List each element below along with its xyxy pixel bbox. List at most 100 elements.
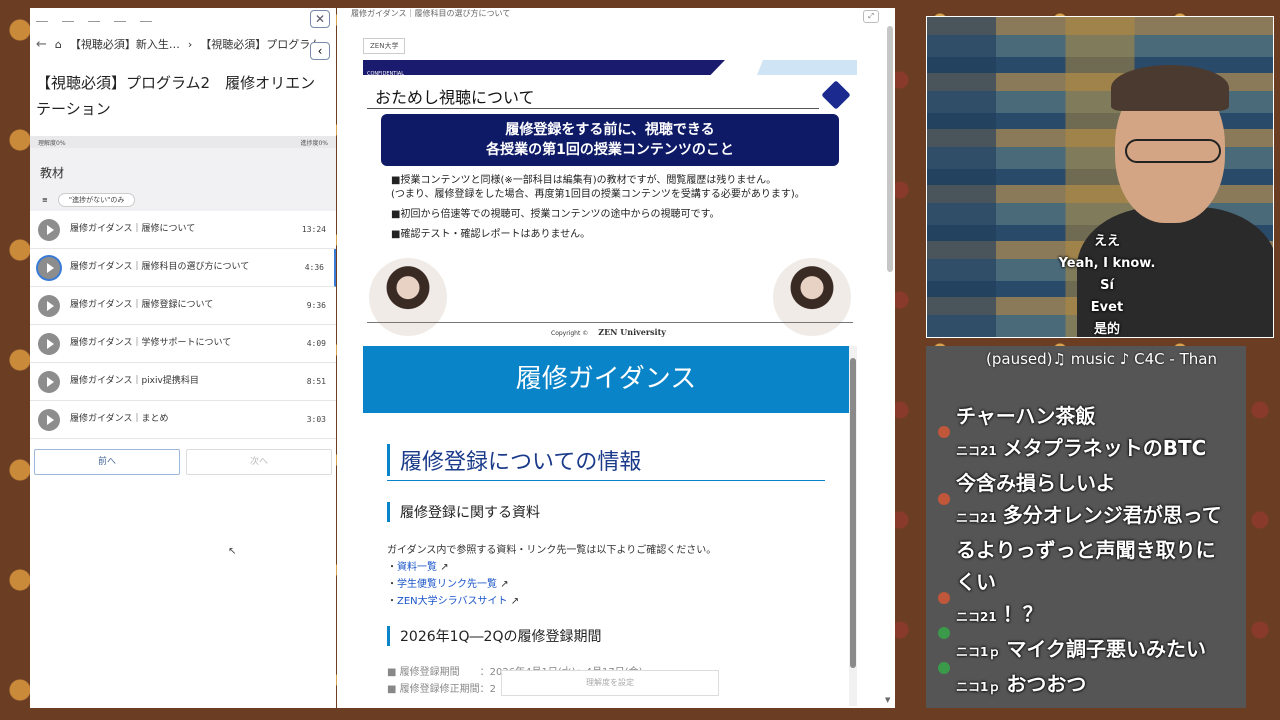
external-link-icon: ↗	[510, 596, 520, 607]
item-duration: 13:24	[301, 225, 326, 234]
play-icon[interactable]	[38, 332, 60, 355]
materials-list: 履修ガイダンス｜履修について 13:24 履修ガイダンス｜履修科目の選び方につい…	[30, 211, 336, 439]
subtitles: ええ Yeah, I know. Sí Evet 是的	[1047, 231, 1167, 337]
prev-button[interactable]: 前へ	[34, 449, 180, 475]
play-icon[interactable]	[38, 294, 60, 317]
subtitle-line: Yeah, I know.	[1058, 256, 1156, 271]
link-syllabus[interactable]: ZEN大学シラバスサイト	[397, 596, 508, 607]
breadcrumb-item[interactable]: 【視聴必須】新入生…	[70, 36, 180, 52]
confidential-label: CONFIDENTIAL	[367, 71, 405, 77]
progress-row: 理解度0% 進捗度0%	[30, 136, 336, 148]
chat-text: ！？	[1002, 602, 1043, 626]
webcam-feed: ええ Yeah, I know. Sí Evet 是的	[926, 16, 1274, 338]
item-duration: 8:51	[306, 377, 326, 386]
list-item-active[interactable]: 履修ガイダンス｜履修科目の選び方について 4:36	[30, 249, 336, 287]
slide-bullets: ■授業コンテンツと同様(※一部科目は編集有)の教材ですが、閲覧履歴は残りません。…	[391, 174, 805, 248]
doc-scrollbar[interactable]	[849, 346, 857, 706]
completion-progress: 進捗度0%	[300, 140, 328, 147]
item-duration: 9:36	[306, 301, 326, 310]
scroll-thumb[interactable]	[850, 358, 856, 668]
settings-tab-icon[interactable]	[140, 14, 152, 22]
toolbar	[30, 8, 336, 28]
filter-chip[interactable]: "進捗がない"のみ	[57, 193, 136, 207]
lesson-title: 【視聴必須】プログラム2 履修オリエンテーション	[36, 74, 316, 118]
chat-overlay: (paused)♫ music ♪ C4C - Than チャーハン茶飯 ニコ2…	[926, 346, 1246, 708]
list-item[interactable]: 履修ガイダンス｜学修サポートについて 4:09	[30, 325, 336, 363]
chat-text: マイク調子悪いみたい	[1006, 637, 1206, 661]
slide-copyright: Copyright © ZEN University	[551, 327, 666, 337]
subtitle-line: 是的	[1093, 322, 1120, 337]
chat-user: ニコ21	[956, 444, 997, 458]
slide-title: おためし視聴について	[375, 88, 535, 107]
confidential-banner: CONFIDENTIAL	[363, 60, 725, 75]
understanding-progress: 理解度0%	[38, 140, 66, 147]
filter-icon[interactable]: ≡	[42, 196, 48, 204]
subtitle-line: Evet	[1090, 300, 1124, 315]
set-understanding-button[interactable]: 理解度を設定	[501, 670, 719, 696]
chat-message: ニコ21 多分オレンジ君が思ってるよりっずっと声聞き取りにくい	[926, 493, 1226, 598]
close-icon[interactable]: ✕	[310, 10, 330, 28]
chevron-right-icon: ›	[187, 37, 193, 51]
list-item[interactable]: 履修ガイダンス｜履修登録について 9:36	[30, 287, 336, 325]
collapse-panel-button[interactable]: ‹	[310, 42, 330, 60]
viewer-header: 履修ガイダンス｜履修科目の選び方について ⤢	[337, 8, 895, 26]
chat-user: ニコ1ｐ	[956, 680, 1001, 694]
user-badge-icon	[938, 627, 950, 639]
list-item[interactable]: 履修ガイダンス｜履修について 13:24	[30, 211, 336, 249]
item-title: 履修ガイダンス｜pixiv提携科目	[70, 376, 199, 386]
list-item[interactable]: 履修ガイダンス｜まとめ 3:03	[30, 401, 336, 439]
menu-icon[interactable]	[36, 14, 48, 22]
user-badge-icon	[938, 426, 950, 438]
user-badge-icon	[938, 662, 950, 674]
chat-message: チャーハン茶飯	[926, 400, 1226, 432]
bullet-text: ■初回から倍速等での視聴可、授業コンテンツの途中からの視聴可です。	[391, 209, 720, 220]
intro-text: ガイダンス内で参照する資料・リンク先一覧は以下よりご確認ください。	[387, 545, 717, 556]
back-arrow-icon[interactable]: ←	[36, 37, 47, 52]
item-title: 履修ガイダンス｜学修サポートについて	[70, 338, 232, 348]
materials-paragraph: ガイダンス内で参照する資料・リンク先一覧は以下よりご確認ください。 ・資料一覧 …	[387, 542, 716, 610]
user-badge-icon	[938, 592, 950, 604]
item-duration: 4:36	[304, 263, 324, 272]
guide-header: 履修ガイダンス	[363, 346, 849, 413]
next-button[interactable]: 次へ	[186, 449, 332, 475]
section-heading: 履修登録についての情報	[387, 444, 827, 476]
breadcrumb-item[interactable]: 【視聴必須】プログラム	[200, 36, 321, 52]
chat-message: ニコ1ｐ マイク調子悪いみたい	[926, 627, 1226, 668]
external-link-icon: ↗	[500, 579, 509, 590]
play-icon[interactable]	[38, 370, 60, 393]
scroll-down-icon[interactable]: ▼	[885, 696, 890, 704]
play-icon[interactable]	[38, 408, 60, 431]
materials-heading: 教材	[30, 158, 336, 189]
pager: 前へ 次へ	[30, 439, 336, 475]
item-duration: 3:03	[306, 415, 326, 424]
chat-tab-icon[interactable]	[114, 14, 126, 22]
subsection-heading: 2026年1Q―2Qの履修登録期間	[387, 626, 601, 646]
item-title: 履修ガイダンス｜まとめ	[70, 414, 169, 424]
play-icon[interactable]	[38, 218, 60, 241]
subtitle-line: ええ	[1093, 234, 1120, 249]
link-materials[interactable]: 資料一覧	[397, 562, 437, 573]
link-handbook[interactable]: 学生便覧リンク先一覧	[397, 579, 497, 590]
box-line: 各授業の第1回の授業コンテンツのこと	[486, 142, 734, 158]
filter-row: ≡ "進捗がない"のみ	[30, 189, 336, 211]
period-text: 履修登録修正期間：2	[399, 684, 497, 695]
bullet-text: (つまり、履修登録をした場合、再度第1回目の授業コンテンツを受講する必要がありま…	[391, 189, 805, 200]
chat-text: おつおつ	[1006, 672, 1087, 696]
zen-logo-icon	[821, 80, 851, 110]
home-icon[interactable]: ⌂	[55, 38, 62, 51]
chat-text: チャーハン茶飯	[956, 404, 1096, 428]
subsection-heading: 履修登録に関する資料	[387, 502, 540, 522]
slide-scrollbar[interactable]	[887, 26, 893, 272]
list-item[interactable]: 履修ガイダンス｜pixiv提携科目 8:51	[30, 363, 336, 401]
item-title: 履修ガイダンス｜履修について	[70, 224, 196, 234]
chat-user: ニコ1ｐ	[956, 645, 1001, 659]
chat-user: ニコ21	[956, 610, 997, 624]
home-tab-icon[interactable]	[62, 14, 74, 22]
fullscreen-button[interactable]: ⤢	[863, 10, 879, 23]
presenter-avatar	[369, 258, 447, 336]
item-title: 履修ガイダンス｜履修科目の選び方について	[70, 262, 250, 272]
mouse-cursor-icon: ↖	[228, 546, 237, 557]
notes-tab-icon[interactable]	[88, 14, 100, 22]
external-link-icon: ↗	[440, 562, 449, 573]
play-icon[interactable]	[38, 256, 60, 279]
